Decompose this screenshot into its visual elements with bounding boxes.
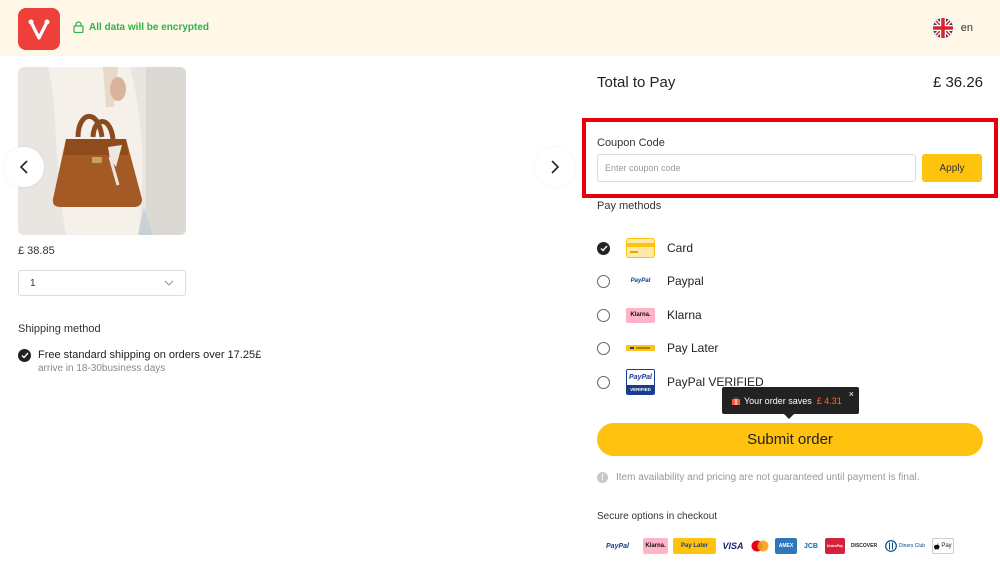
checkmark-icon bbox=[18, 349, 31, 362]
chevron-down-icon bbox=[164, 280, 174, 286]
discover-logo-icon: DISCOVER bbox=[850, 543, 878, 549]
pay-method-label: Card bbox=[667, 241, 694, 255]
diners-club-logo-icon: Diners Club bbox=[883, 538, 927, 554]
coupon-input[interactable] bbox=[597, 154, 916, 182]
product-image bbox=[18, 67, 186, 235]
pay-later-logo-icon bbox=[626, 338, 655, 358]
radio-paypal-verified[interactable] bbox=[597, 375, 610, 389]
radio-card[interactable] bbox=[597, 241, 610, 255]
secure-options-logos: PayPal Klarna. Pay Later VISA AMEX JCB U… bbox=[597, 538, 954, 554]
visa-logo-icon: VISA bbox=[722, 541, 744, 551]
submit-order-button[interactable]: Submit order bbox=[597, 423, 983, 456]
quantity-select[interactable]: 1 bbox=[18, 270, 186, 296]
pay-method-label: Paypal bbox=[667, 274, 704, 288]
coupon-label: Coupon Code bbox=[597, 137, 665, 149]
pay-method-label: Klarna bbox=[667, 308, 702, 322]
savings-amount: £ 4.31 bbox=[816, 395, 842, 406]
carousel-next-button[interactable] bbox=[535, 147, 575, 187]
info-icon: ! bbox=[597, 472, 608, 483]
brand-logo[interactable] bbox=[18, 8, 60, 50]
paypal-verified-badge-icon: PayPal VERIFIED bbox=[626, 369, 655, 395]
top-header: All data will be encrypted en bbox=[0, 0, 1000, 56]
shipping-option-eta: arrive in 18-30business days bbox=[38, 363, 166, 374]
pay-methods-title: Pay methods bbox=[597, 200, 662, 212]
language-code: en bbox=[960, 22, 973, 34]
amex-logo-icon: AMEX bbox=[775, 538, 797, 554]
klarna-logo-icon: Klarna. bbox=[643, 538, 668, 554]
chevron-right-icon bbox=[551, 160, 560, 174]
gift-icon bbox=[732, 396, 740, 405]
radio-paypal[interactable] bbox=[597, 274, 610, 288]
pay-method-paypal[interactable]: PayPal Paypal bbox=[597, 270, 857, 292]
lock-icon bbox=[73, 21, 84, 33]
jcb-logo-icon: JCB bbox=[803, 542, 818, 550]
product-price: £ 38.85 bbox=[18, 245, 55, 257]
pay-method-card[interactable]: Card bbox=[597, 237, 857, 259]
mastercard-logo-icon bbox=[750, 538, 770, 554]
apple-pay-logo-icon: Pay bbox=[932, 538, 954, 554]
total-value: £ 36.26 bbox=[932, 74, 983, 91]
shipping-option-label: Free standard shipping on orders over 17… bbox=[38, 349, 262, 361]
radio-pay-later[interactable] bbox=[597, 341, 610, 355]
encryption-notice-text: All data will be encrypted bbox=[89, 21, 210, 33]
paypal-logo-icon: PayPal bbox=[606, 542, 629, 550]
klarna-logo-icon: Klarna. bbox=[626, 305, 655, 325]
total-label: Total to Pay bbox=[597, 74, 676, 91]
radio-klarna[interactable] bbox=[597, 308, 610, 322]
unionpay-logo-icon: UnionPay bbox=[825, 538, 845, 554]
apply-coupon-button[interactable]: Apply bbox=[922, 154, 982, 182]
pay-method-label: Pay Later bbox=[667, 341, 719, 355]
carousel-prev-button[interactable] bbox=[4, 147, 44, 187]
card-icon bbox=[626, 238, 655, 258]
secure-options-title: Secure options in checkout bbox=[597, 511, 718, 522]
handbag-photo bbox=[18, 67, 186, 235]
pay-method-klarna[interactable]: Klarna. Klarna bbox=[597, 304, 857, 326]
pricing-notice-text: Item availability and pricing are not gu… bbox=[616, 472, 920, 483]
paypal-logo-icon: PayPal bbox=[630, 278, 651, 284]
quantity-value: 1 bbox=[30, 277, 36, 289]
uk-flag-icon bbox=[932, 18, 953, 38]
shipping-method-title: Shipping method bbox=[18, 323, 101, 335]
pricing-notice: ! Item availability and pricing are not … bbox=[597, 472, 920, 483]
language-switcher[interactable]: en bbox=[932, 18, 973, 38]
close-icon[interactable]: × bbox=[849, 389, 854, 399]
encryption-notice: All data will be encrypted bbox=[73, 21, 209, 33]
shipping-option[interactable]: Free standard shipping on orders over 17… bbox=[18, 348, 261, 375]
pay-later-logo-icon: Pay Later bbox=[673, 538, 716, 554]
chevron-left-icon bbox=[19, 160, 28, 174]
brand-logo-icon bbox=[28, 19, 50, 40]
savings-tooltip-text: Your order saves bbox=[744, 395, 812, 406]
pay-method-pay-later[interactable]: Pay Later bbox=[597, 337, 857, 359]
savings-tooltip: Your order saves £ 4.31 × bbox=[722, 387, 859, 419]
